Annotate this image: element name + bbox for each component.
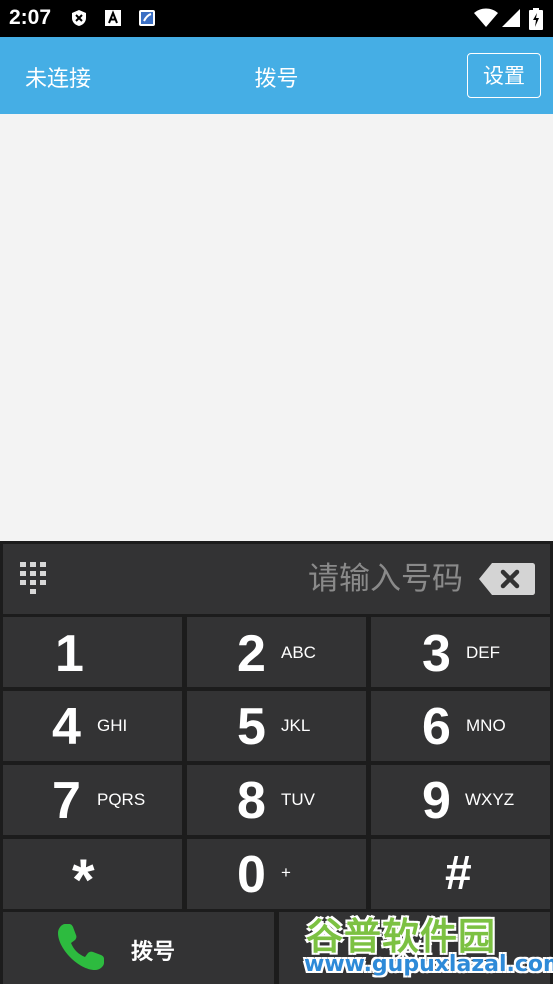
key-letters: PQRS <box>97 790 146 809</box>
key-letters: MNO <box>466 716 506 735</box>
key-letters: GHI <box>97 716 128 735</box>
key-digit: 8 <box>237 772 266 830</box>
key-4[interactable]: 4 GHI <box>3 691 182 761</box>
settings-button[interactable]: 设置 <box>467 53 541 98</box>
key-2[interactable]: 2 ABC <box>187 617 366 687</box>
status-bar: 2:07 <box>0 0 553 37</box>
key-letters: + <box>281 863 291 882</box>
key-letters: ABC <box>281 643 316 662</box>
signal-icon <box>502 9 520 27</box>
key-digit: 6 <box>422 698 451 756</box>
phone-icon <box>58 924 104 970</box>
key-digit: 3 <box>422 625 451 683</box>
number-input-row <box>3 544 550 614</box>
key-letters: WXYZ <box>465 790 515 809</box>
backspace-icon[interactable] <box>478 561 536 597</box>
key-digit: # <box>445 847 472 900</box>
save-button[interactable]: 保存 <box>279 912 550 984</box>
content-area <box>0 114 553 541</box>
battery-icon <box>529 8 543 30</box>
key-0[interactable]: 0 + <box>187 839 366 909</box>
key-digit: 1 <box>55 625 84 683</box>
status-time: 2:07 <box>9 6 52 29</box>
key-star[interactable]: * <box>3 839 182 913</box>
call-label: 拨号 <box>131 940 176 965</box>
save-label: 保存 <box>389 940 434 965</box>
key-6[interactable]: 6 MNO <box>371 691 550 761</box>
key-8[interactable]: 8 TUV <box>187 765 366 835</box>
key-digit: 5 <box>237 698 266 756</box>
font-a-icon <box>105 10 121 26</box>
key-3[interactable]: 3 DEF <box>371 617 550 687</box>
key-letters: TUV <box>281 790 315 809</box>
key-digit: * <box>72 848 95 913</box>
key-1[interactable]: 1 <box>3 617 182 687</box>
shield-icon <box>72 10 86 26</box>
key-digit: 0 <box>237 846 266 904</box>
app-header: 未连接 拨号 设置 <box>0 37 553 114</box>
key-digit: 9 <box>422 772 451 830</box>
phone-number-input[interactable] <box>73 554 463 604</box>
key-hash[interactable]: # <box>371 839 550 909</box>
key-digit: 7 <box>52 772 81 830</box>
key-5[interactable]: 5 JKL <box>187 691 366 761</box>
key-digit: 4 <box>52 698 81 756</box>
dialpad: 1 2 ABC 3 DEF 4 GHI 5 JKL 6 MNO 7 PQRS 8… <box>0 541 553 984</box>
dialpad-toggle-icon[interactable] <box>18 560 52 600</box>
call-button[interactable]: 拨号 <box>3 912 274 984</box>
key-letters: DEF <box>466 643 500 662</box>
key-digit: 2 <box>237 625 266 683</box>
app-badge-icon <box>139 10 155 26</box>
key-letters: JKL <box>281 716 311 735</box>
wifi-icon <box>474 8 498 27</box>
key-9[interactable]: 9 WXYZ <box>371 765 550 835</box>
key-7[interactable]: 7 PQRS <box>3 765 182 835</box>
